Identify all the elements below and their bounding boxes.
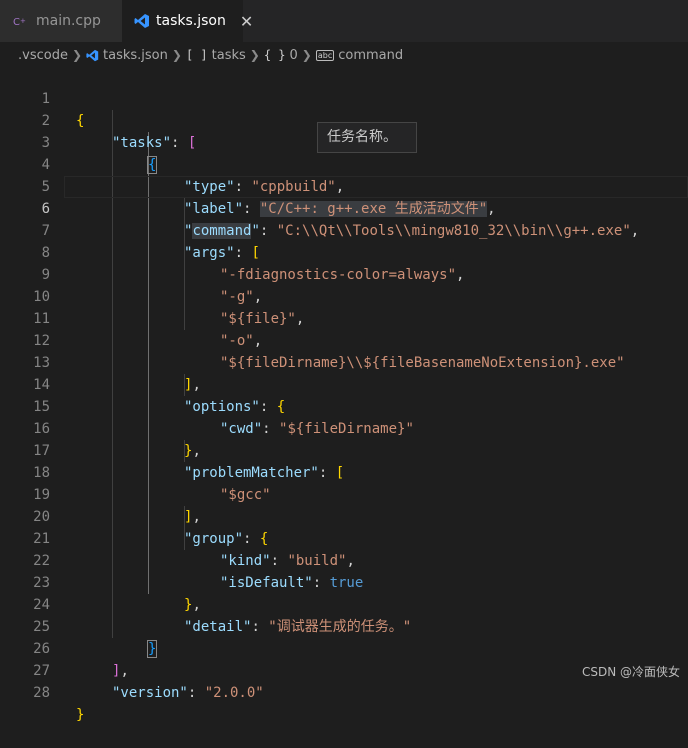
breadcrumb: .vscode ❯ tasks.json ❯ [ ] tasks ❯ { } 0… <box>0 43 688 67</box>
code-line: 7 "args": [ <box>0 198 688 261</box>
code-line: 17 "problemMatcher": [ <box>0 418 688 481</box>
code-line: 6 "command": "C:\\Qt\\Tools\\mingw810_32… <box>0 176 688 239</box>
tab-main-cpp[interactable]: C + main.cpp <box>0 0 122 42</box>
code-line: 10 "${file}", <box>0 264 688 327</box>
array-icon: [ ] <box>185 48 208 62</box>
svg-text:+: + <box>20 17 26 25</box>
brace: } <box>76 707 85 723</box>
chevron-right-icon: ❯ <box>249 48 260 62</box>
code-line: 5 "label": "C/C++: g++.exe 生成活动文件", <box>0 154 688 217</box>
code-line: 19 ], <box>0 462 688 525</box>
breadcrumb-file[interactable]: tasks.json <box>103 48 168 63</box>
watermark: CSDN @冷面侠女 <box>581 665 680 679</box>
close-icon[interactable]: ✕ <box>240 12 253 31</box>
code-editor[interactable]: 1 { 2 "tasks": [ 3 { 4 "type": "cppbuild… <box>0 66 688 723</box>
tab-bar: C + main.cpp tasks.json ✕ <box>0 0 688 42</box>
string-property-icon: abc <box>315 49 335 61</box>
code-line: 23 }, <box>0 550 688 613</box>
colon: : <box>187 685 205 701</box>
code-line: 25 } <box>0 594 688 658</box>
json-string: "2.0.0" <box>204 685 264 701</box>
code-line: 27 "version": "2.0.0" <box>0 638 688 701</box>
svg-text:C: C <box>13 17 20 27</box>
chevron-right-icon: ❯ <box>71 48 83 62</box>
object-icon: { } <box>263 48 286 62</box>
cpp-file-icon: C + <box>12 15 30 27</box>
code-line: 26 ], <box>0 616 688 679</box>
code-line: 8 "-fdiagnostics-color=always", <box>0 220 688 283</box>
code-line: 12 "${fileDirname}\\${fileBasenameNoExte… <box>0 308 688 371</box>
code-line: 11 "-o", <box>0 286 688 349</box>
code-line: 2 "tasks": [ <box>0 88 688 151</box>
code-line: 14 "options": { <box>0 352 688 415</box>
breadcrumb-command[interactable]: command <box>338 48 403 63</box>
chevron-right-icon: ❯ <box>171 48 182 62</box>
code-line: 15 "cwd": "${fileDirname}" <box>0 374 688 437</box>
tab-tasks-json[interactable]: tasks.json ✕ <box>122 0 253 42</box>
code-line: 22 "isDefault": true <box>0 528 688 591</box>
code-line: 20 "group": { <box>0 484 688 547</box>
code-line: 24 "detail": "调试器生成的任务。" <box>0 572 688 635</box>
json-key: "version" <box>112 685 188 701</box>
vscode-file-icon <box>134 13 150 29</box>
tab-label: main.cpp <box>36 13 101 29</box>
breadcrumb-tasks[interactable]: tasks <box>212 48 246 63</box>
breadcrumb-index[interactable]: 0 <box>290 48 298 63</box>
tab-label: tasks.json <box>156 13 226 29</box>
code-line: 13 ], <box>0 330 688 393</box>
code-line: 1 { <box>0 66 688 129</box>
breadcrumb-folder[interactable]: .vscode <box>18 48 68 63</box>
code-line: 18 "$gcc" <box>0 440 688 503</box>
chevron-right-icon: ❯ <box>301 48 312 62</box>
vscode-file-icon <box>86 49 99 62</box>
code-line: 16 }, <box>0 396 688 459</box>
line-number: 28 <box>33 685 50 701</box>
hover-tooltip: 任务名称。 <box>317 122 417 153</box>
code-line: 21 "kind": "build", <box>0 506 688 569</box>
code-line: 9 "-g", <box>0 242 688 305</box>
